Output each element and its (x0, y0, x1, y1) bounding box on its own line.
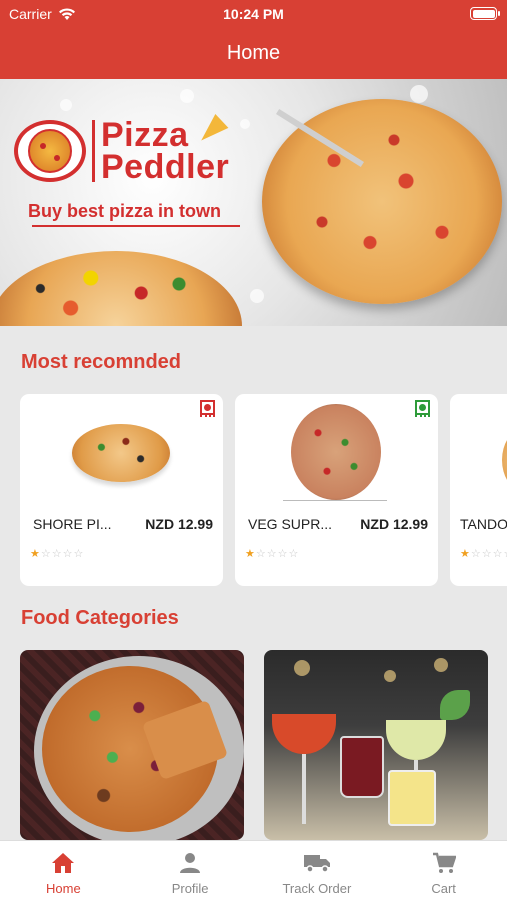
promo-banner[interactable]: Pizza Peddler Buy best pizza in town (0, 79, 507, 326)
rating-stars: ★☆☆☆☆ (30, 548, 85, 560)
category-card-drinks[interactable] (264, 650, 488, 840)
product-card[interactable]: VEG SUPR... NZD 12.99 ★☆☆☆☆ (235, 394, 438, 586)
tab-home-label: Home (46, 881, 81, 896)
battery-icon (470, 7, 500, 20)
tab-track-order-label: Track Order (282, 881, 352, 896)
rating-stars: ★☆☆☆☆ (245, 548, 300, 560)
veg-indicator-icon (415, 400, 430, 417)
logo-text-line2: Peddler (101, 148, 230, 186)
product-name: SHORE PI... (33, 516, 112, 532)
product-name: TANDO (460, 516, 507, 532)
categories-section-title: Food Categories (21, 607, 179, 629)
bottom-tab-bar: Home Profile Track Order Cart (0, 840, 507, 900)
product-price: NZD 12.99 (360, 516, 428, 532)
home-icon (52, 853, 75, 873)
food-categories-grid (20, 650, 507, 840)
product-card[interactable]: SHORE PI... NZD 12.99 ★☆☆☆☆ (20, 394, 223, 586)
logo-emblem-icon (14, 120, 86, 182)
product-image (502, 430, 507, 490)
cart-icon (432, 852, 456, 873)
truck-icon (303, 855, 330, 873)
banner-tagline: Buy best pizza in town (28, 201, 222, 221)
product-image (291, 404, 381, 500)
recommended-carousel[interactable]: SHORE PI... NZD 12.99 ★☆☆☆☆ VEG SUPR... … (20, 394, 507, 586)
tab-cart[interactable]: Cart (380, 841, 507, 900)
category-card-pizza[interactable] (20, 650, 244, 840)
profile-icon (180, 853, 201, 873)
navigation-bar: Home (0, 28, 507, 79)
banner-pizza-image-2 (0, 251, 242, 326)
tab-track-order[interactable]: Track Order (254, 841, 381, 900)
product-card[interactable]: TANDO ★☆☆☆☆ (450, 394, 507, 586)
tab-profile-label: Profile (171, 881, 209, 896)
banner-pizza-image (262, 99, 502, 304)
status-time: 10:24 PM (223, 6, 284, 22)
product-image (72, 424, 170, 482)
drinks-category-image (272, 714, 336, 754)
page-title: Home (226, 42, 281, 64)
non-veg-indicator-icon (200, 400, 215, 417)
product-price: NZD 12.99 (145, 516, 213, 532)
product-name: VEG SUPR... (248, 516, 333, 532)
tab-cart-label: Cart (431, 881, 456, 896)
recommended-section-title: Most recomnded (21, 351, 182, 373)
status-bar: Carrier 10:24 PM (0, 0, 507, 28)
tab-profile[interactable]: Profile (127, 841, 254, 900)
tab-home[interactable]: Home (0, 841, 127, 900)
rating-stars: ★☆☆☆☆ (460, 548, 507, 560)
